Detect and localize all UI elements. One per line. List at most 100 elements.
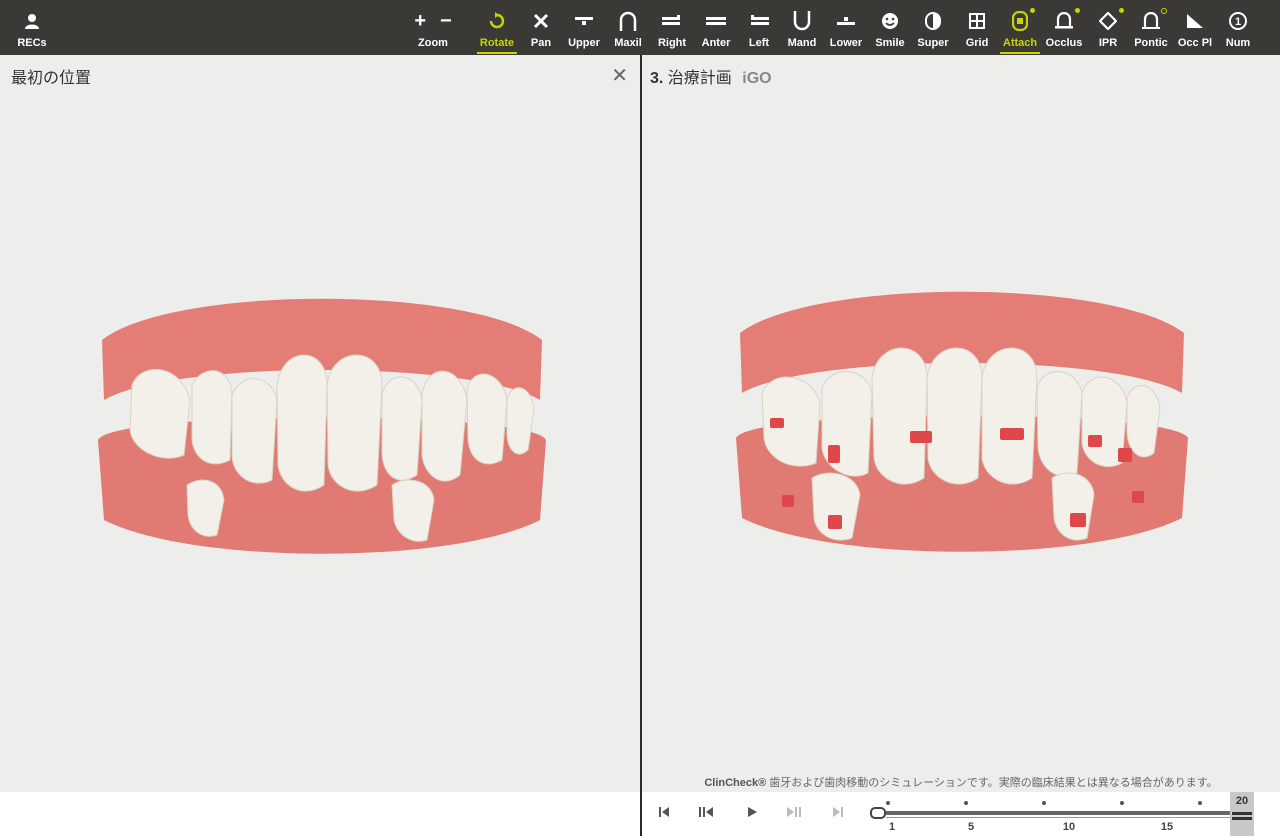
- tool-left[interactable]: Left: [737, 0, 781, 55]
- svg-text:1: 1: [1235, 16, 1241, 28]
- step-back-icon[interactable]: [698, 806, 714, 821]
- total-stages: 20: [1235, 795, 1249, 807]
- tool-label: Anter: [701, 37, 731, 49]
- tick-label: 1: [888, 821, 896, 833]
- play-icon[interactable]: [746, 806, 758, 821]
- tool-label: Rotate: [479, 37, 515, 49]
- tool-mand[interactable]: Mand: [780, 0, 824, 55]
- tool-upper[interactable]: Upper: [562, 0, 606, 55]
- tick-dot: [886, 801, 890, 805]
- tick-dot: [1042, 801, 1046, 805]
- treatment-plan-title: 治療計画: [667, 70, 732, 87]
- status-dot: [1161, 8, 1167, 14]
- active-underline: [1000, 52, 1040, 54]
- timeline-track-secondary: [886, 817, 1252, 818]
- tool-pan[interactable]: Pan: [519, 0, 563, 55]
- tool-occlus[interactable]: Occlus: [1042, 0, 1086, 55]
- tool-label: Occlus: [1045, 37, 1083, 49]
- tool-super[interactable]: Super: [911, 0, 955, 55]
- zoom-in-icon[interactable]: +: [414, 11, 426, 31]
- left-footer: [0, 792, 640, 836]
- tool-label: Pan: [530, 37, 552, 49]
- skip-to-start-icon[interactable]: [658, 806, 670, 821]
- tick-dot: [1120, 801, 1124, 805]
- tick-label: 10: [1062, 821, 1076, 833]
- attachment-marker: [828, 445, 840, 463]
- tool-label: Num: [1225, 37, 1251, 49]
- tool-label: Left: [748, 37, 770, 49]
- skip-to-end-icon[interactable]: [832, 806, 844, 821]
- attachment-marker: [1000, 428, 1024, 440]
- igo-badge: iGO: [742, 70, 772, 87]
- maxil-icon: [619, 10, 637, 32]
- tool-grid[interactable]: Grid: [955, 0, 999, 55]
- zoom-label: Zoom: [418, 37, 448, 49]
- tool-label: Pontic: [1134, 37, 1168, 49]
- initial-teeth-model[interactable]: [92, 290, 552, 560]
- tool-anter[interactable]: Anter: [694, 0, 738, 55]
- active-underline: [477, 52, 517, 54]
- attachment-marker: [828, 515, 842, 529]
- status-dot: [1030, 8, 1035, 13]
- close-icon[interactable]: ✕: [611, 66, 628, 86]
- tool-rotate[interactable]: Rotate: [475, 0, 519, 55]
- upper-icon: [575, 10, 593, 32]
- attachment-marker: [1118, 448, 1132, 462]
- tick-label: 15: [1160, 821, 1174, 833]
- tool-right[interactable]: Right: [650, 0, 694, 55]
- tool-num[interactable]: 1 Num: [1216, 0, 1260, 55]
- status-dot: [1119, 8, 1124, 13]
- zoom-control: + − Zoom: [408, 0, 458, 55]
- smile-icon: [881, 10, 899, 32]
- status-dot: [1075, 8, 1080, 13]
- recs-label: RECs: [17, 37, 47, 49]
- attachment-marker: [782, 495, 794, 507]
- tool-smile[interactable]: Smile: [868, 0, 912, 55]
- tool-label: Super: [917, 37, 949, 49]
- clincheck-disclaimer: ClinCheck® 歯牙および歯肉移動のシミュレーションです。実際の臨床結果と…: [642, 774, 1280, 790]
- mand-icon: [793, 10, 811, 32]
- stage-timeline[interactable]: 1 5 10 15 20: [870, 792, 1254, 836]
- recs-button[interactable]: RECs: [14, 0, 50, 55]
- attachment-marker: [910, 431, 932, 443]
- tool-label: Attach: [1002, 37, 1038, 49]
- tick-dot: [1198, 801, 1202, 805]
- tool-label: Occ Pl: [1177, 37, 1213, 49]
- zoom-out-icon[interactable]: −: [440, 11, 452, 31]
- tool-label: Grid: [965, 37, 989, 49]
- tick-label: 5: [967, 821, 975, 833]
- grid-icon: [969, 10, 985, 32]
- attachment-marker: [770, 418, 784, 428]
- timeline-handle[interactable]: [870, 807, 886, 819]
- step-forward-icon[interactable]: [786, 806, 802, 821]
- tool-lower[interactable]: Lower: [824, 0, 868, 55]
- tool-occ-pl[interactable]: Occ Pl: [1173, 0, 1217, 55]
- top-toolbar: RECs + − Zoom Rotate Pan Upper Maxil Right An…: [0, 0, 1280, 55]
- tool-attach[interactable]: Attach: [998, 0, 1042, 55]
- tool-maxil[interactable]: Maxil: [606, 0, 650, 55]
- attach-icon: [1012, 8, 1035, 32]
- playback-bar: 1 5 10 15 20: [642, 792, 1280, 836]
- tool-label: Lower: [829, 37, 863, 49]
- step-number: 3.: [650, 70, 664, 87]
- timeline-end[interactable]: 20: [1230, 792, 1254, 836]
- ipr-icon: [1099, 8, 1124, 32]
- super-icon: [925, 10, 941, 32]
- rotate-icon: [488, 10, 506, 32]
- left-pane-title: 最初の位置: [11, 70, 92, 87]
- tool-label: IPR: [1098, 37, 1118, 49]
- left-icon: [749, 10, 769, 32]
- initial-position-pane: 最初の位置 ✕: [0, 55, 640, 836]
- pontic-icon: [1142, 8, 1167, 32]
- attachment-marker: [1070, 513, 1086, 527]
- user-icon: [24, 10, 40, 32]
- timeline-track: [886, 811, 1252, 815]
- tool-label: Upper: [568, 37, 600, 49]
- right-pane-title: 3. 治療計画 iGO: [650, 64, 772, 88]
- treatment-teeth-model[interactable]: [732, 283, 1192, 558]
- treatment-plan-pane: 3. 治療計画 iGO ClinCheck® 歯牙および歯肉移動のシミュレーショ…: [642, 55, 1280, 836]
- tool-ipr[interactable]: IPR: [1086, 0, 1130, 55]
- clincheck-brand: ClinCheck®: [704, 777, 767, 789]
- right-icon: [662, 10, 682, 32]
- tool-pontic[interactable]: Pontic: [1129, 0, 1173, 55]
